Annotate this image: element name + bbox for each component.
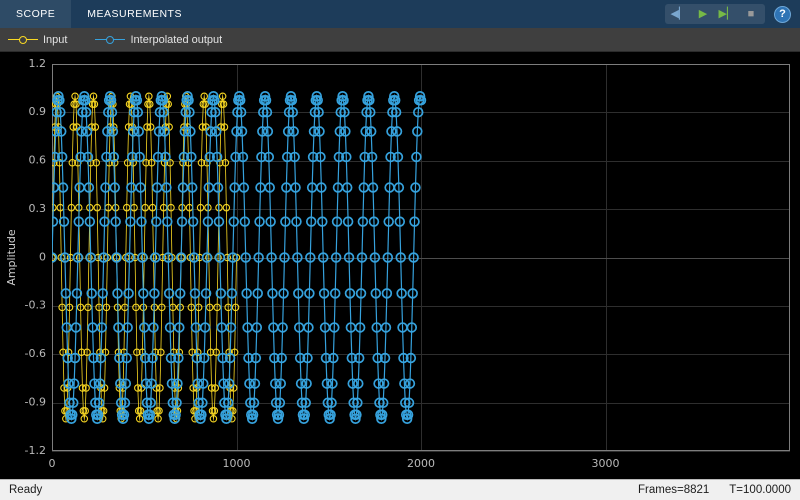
status-right: Frames=8821 T=100.0000 bbox=[638, 484, 791, 496]
tab-measurements[interactable]: MEASUREMENTS bbox=[71, 0, 198, 28]
plot-area bbox=[0, 52, 800, 479]
stop-icon: ■ bbox=[747, 7, 755, 20]
simulation-toolbar: ◀▏ ▶ ▶▏ ■ bbox=[665, 4, 765, 24]
step-forward-button[interactable]: ▶▏ bbox=[716, 4, 738, 24]
legend-label-input: Input bbox=[43, 33, 68, 46]
run-icon: ▶ bbox=[698, 7, 708, 20]
tab-measurements-label: MEASUREMENTS bbox=[87, 8, 182, 20]
status-time: T=100.0000 bbox=[729, 484, 791, 496]
status-bar: Ready Frames=8821 T=100.0000 bbox=[0, 479, 800, 500]
toolstrip-spacer bbox=[198, 0, 665, 28]
step-back-button[interactable]: ◀▏ bbox=[668, 4, 690, 24]
run-button[interactable]: ▶ bbox=[692, 4, 714, 24]
legend-item-input[interactable]: Input bbox=[8, 34, 67, 46]
legend-bar: Input Interpolated output bbox=[0, 28, 800, 52]
help-icon: ? bbox=[779, 8, 786, 20]
input-line-marker-icon bbox=[8, 35, 38, 45]
help-button[interactable]: ? bbox=[774, 5, 791, 23]
status-frames: Frames=8821 bbox=[638, 484, 710, 496]
step-back-icon: ◀▏ bbox=[670, 7, 688, 20]
stop-button[interactable]: ■ bbox=[740, 4, 762, 24]
scope-window: SCOPE MEASUREMENTS ◀▏ ▶ ▶▏ ■ ? Input Int… bbox=[0, 0, 800, 500]
legend-label-interpolated-output: Interpolated output bbox=[130, 33, 223, 46]
toolstrip: SCOPE MEASUREMENTS ◀▏ ▶ ▶▏ ■ ? bbox=[0, 0, 800, 28]
tab-scope-label: SCOPE bbox=[16, 8, 56, 20]
scope-plot-canvas[interactable] bbox=[0, 52, 800, 479]
tab-scope[interactable]: SCOPE bbox=[0, 0, 72, 28]
legend-item-interpolated-output[interactable]: Interpolated output bbox=[95, 34, 222, 46]
status-ready: Ready bbox=[9, 484, 43, 496]
step-forward-icon: ▶▏ bbox=[718, 7, 736, 20]
interpolated-output-line-marker-icon bbox=[95, 35, 126, 45]
